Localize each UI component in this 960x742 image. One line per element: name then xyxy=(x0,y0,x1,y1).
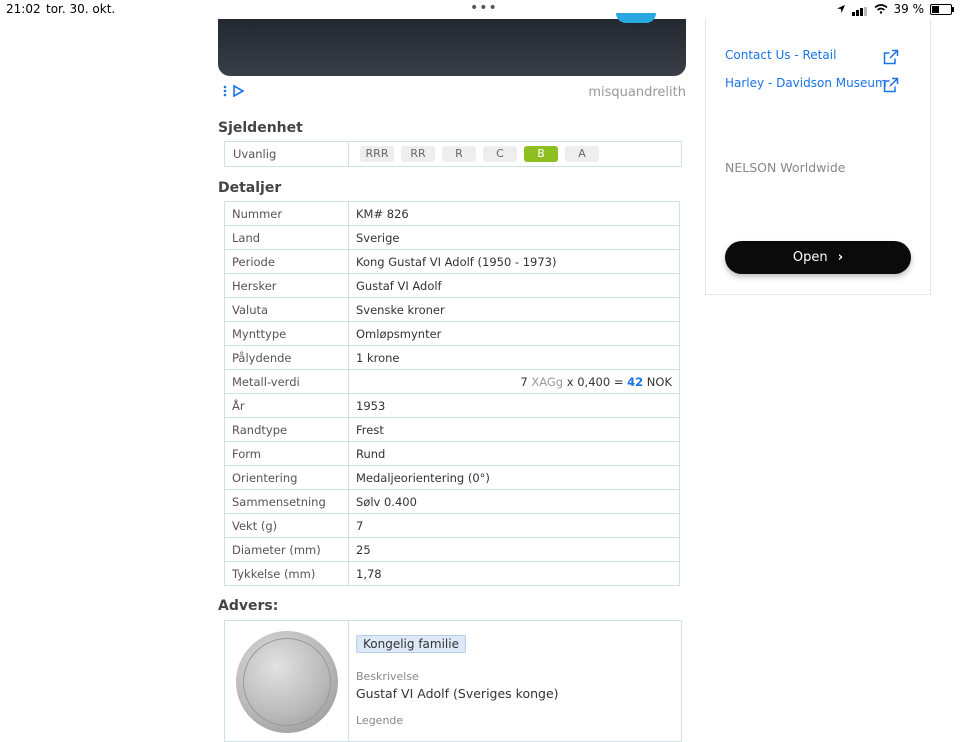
metal-value-currency: NOK xyxy=(646,374,672,389)
obverse-panel: Kongelig familie Beskrivelse Gustaf VI A… xyxy=(224,620,682,742)
rarity-chip: B xyxy=(524,146,558,162)
detail-value: Sølv 0.400 xyxy=(348,489,680,514)
detail-key: Periode xyxy=(224,249,349,274)
multitasking-dots-icon[interactable]: ••• xyxy=(470,0,498,16)
sidebar-brand: NELSON Worldwide xyxy=(725,160,846,175)
table-row: Metall-verdi 7 XAGg x 0,400 = 42 NOK xyxy=(224,369,680,394)
details-table: Nummer KM# 826 Land Sverige Periode Kong Gust… xyxy=(224,201,680,586)
ad-brand-label: misquandrelith xyxy=(588,85,686,100)
description-text: Gustaf VI Adolf (Sveriges konge) xyxy=(356,686,559,701)
metal-value-equals: = xyxy=(613,374,624,389)
external-link-icon[interactable] xyxy=(883,77,899,93)
category-tag[interactable]: Kongelig familie xyxy=(356,635,466,653)
table-row: Mynttype Omløpsmynter xyxy=(224,321,680,346)
table-row: Nummer KM# 826 xyxy=(224,201,680,226)
rarity-chip: R xyxy=(442,146,476,162)
ad-choices-icon[interactable] xyxy=(222,84,246,102)
sidebar-link-contact[interactable]: Contact Us - Retail xyxy=(725,48,836,62)
table-row: Hersker Gustaf VI Adolf xyxy=(224,273,680,298)
external-link-icon[interactable] xyxy=(883,49,899,65)
detail-key: Metall-verdi xyxy=(224,369,349,394)
detail-value: Rund xyxy=(348,441,680,466)
open-button[interactable]: Open › xyxy=(725,241,911,274)
table-row: Randtype Frest xyxy=(224,417,680,442)
status-time: 21:02 xyxy=(6,2,41,16)
status-date: tor. 30. okt. xyxy=(46,2,116,16)
table-row: Diameter (mm) 25 xyxy=(224,537,680,562)
status-bar: 21:02 tor. 30. okt. ••• 39 % xyxy=(0,0,960,19)
battery-percent: 39 % xyxy=(893,2,925,16)
ad-video-banner[interactable] xyxy=(218,13,686,76)
detail-key: Mynttype xyxy=(224,321,349,346)
metal-value: 7 XAGg x 0,400 = 42 NOK xyxy=(348,369,680,394)
detail-key: År xyxy=(224,393,349,418)
ad-accent-shape xyxy=(616,13,656,23)
detail-value: Sverige xyxy=(348,225,680,250)
detail-value: 1,78 xyxy=(348,561,680,586)
rarity-chip: RRR xyxy=(360,146,394,162)
table-row: Land Sverige xyxy=(224,225,680,250)
wifi-icon xyxy=(873,4,888,14)
detail-value: Omløpsmynter xyxy=(348,321,680,346)
detail-key: Pålydende xyxy=(224,345,349,370)
detail-key: Valuta xyxy=(224,297,349,322)
detail-value: Kong Gustaf VI Adolf (1950 - 1973) xyxy=(348,249,680,274)
cellular-signal-icon xyxy=(851,2,868,16)
metal-value-unit: XAGg xyxy=(531,374,564,389)
detail-key: Tykkelse (mm) xyxy=(224,561,349,586)
description-label: Beskrivelse xyxy=(356,670,419,683)
table-row: År 1953 xyxy=(224,393,680,418)
rarity-chip: A xyxy=(565,146,599,162)
table-row: Pålydende 1 krone xyxy=(224,345,680,370)
table-row: Vekt (g) 7 xyxy=(224,513,680,538)
detail-value: 25 xyxy=(348,537,680,562)
open-button-label: Open xyxy=(792,250,828,265)
detail-value: KM# 826 xyxy=(348,201,680,226)
detail-key: Land xyxy=(224,225,349,250)
metal-value-weight: 7 xyxy=(520,374,528,389)
detail-value: 1953 xyxy=(348,393,680,418)
detail-key: Vekt (g) xyxy=(224,513,349,538)
metal-value-times: x xyxy=(566,374,574,389)
rarity-scale: RRR RR R C B A xyxy=(360,146,599,162)
detail-key: Hersker xyxy=(224,273,349,298)
sidebar-link-museum[interactable]: Harley - Davidson Museum xyxy=(725,76,887,90)
detail-value: Frest xyxy=(348,417,680,442)
detail-key: Orientering xyxy=(224,465,349,490)
table-row: Sammensetning Sølv 0.400 xyxy=(224,489,680,514)
table-row: Tykkelse (mm) 1,78 xyxy=(224,561,680,586)
table-row: Orientering Medaljeorientering (0°) xyxy=(224,465,680,490)
detail-key: Sammensetning xyxy=(224,489,349,514)
detail-value: 7 xyxy=(348,513,680,538)
battery-icon xyxy=(930,3,954,15)
rarity-chip: RR xyxy=(401,146,435,162)
obverse-heading: Advers: xyxy=(218,598,279,614)
detail-key: Diameter (mm) xyxy=(224,537,349,562)
rarity-label: Uvanlig xyxy=(233,147,277,161)
rarity-chip: C xyxy=(483,146,517,162)
detail-value: Svenske kroner xyxy=(348,297,680,322)
detail-value: 1 krone xyxy=(348,345,680,370)
metal-value-fineness: 0,400 xyxy=(577,374,611,389)
detail-key: Form xyxy=(224,441,349,466)
location-arrow-icon xyxy=(836,5,845,13)
detail-value: Gustaf VI Adolf xyxy=(348,273,680,298)
table-row: Periode Kong Gustaf VI Adolf (1950 - 1973… xyxy=(224,249,680,274)
rarity-table: Uvanlig RRR RR R C B A xyxy=(224,141,682,167)
sidebar-ad-card: Contact Us - Retail Harley - Davidson Mu… xyxy=(705,19,931,295)
metal-value-amount: 42 xyxy=(627,374,644,389)
detail-key: Nummer xyxy=(224,201,349,226)
table-row: Valuta Svenske kroner xyxy=(224,297,680,322)
legend-label: Legende xyxy=(356,714,404,727)
detail-value: Medaljeorientering (0°) xyxy=(348,465,680,490)
rarity-heading: Sjeldenhet xyxy=(218,120,303,136)
chevron-right-icon: › xyxy=(837,250,844,265)
details-heading: Detaljer xyxy=(218,180,282,196)
coin-obverse-image[interactable] xyxy=(236,631,338,733)
detail-key: Randtype xyxy=(224,417,349,442)
table-row: Form Rund xyxy=(224,441,680,466)
